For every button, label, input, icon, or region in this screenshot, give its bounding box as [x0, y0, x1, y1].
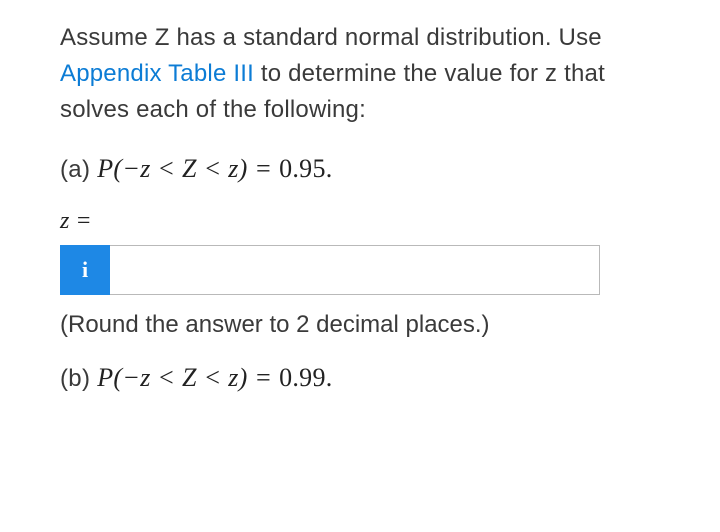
- part-a-label: (a): [60, 156, 97, 183]
- part-a-expr-rhs: 0.95.: [279, 154, 333, 183]
- answer-input-a[interactable]: [110, 245, 600, 295]
- part-a: (a) P(−z < Z < z) = 0.95.: [60, 154, 660, 184]
- part-b-expr-rhs: 0.99.: [279, 363, 333, 392]
- answer-input-row: i: [60, 245, 600, 295]
- part-a-expr-lhs: P(−z < Z < z) =: [97, 154, 279, 183]
- appendix-link[interactable]: Appendix Table III: [60, 60, 254, 87]
- rounding-hint: (Round the answer to 2 decimal places.): [60, 311, 660, 339]
- intro-text-before: Assume Z has a standard normal distribut…: [60, 24, 602, 51]
- part-b-expr-lhs: P(−z < Z < z) =: [97, 363, 279, 392]
- z-equals-prompt: z =: [60, 208, 660, 235]
- problem-intro: Assume Z has a standard normal distribut…: [60, 20, 660, 128]
- info-icon-glyph: i: [82, 257, 88, 283]
- info-icon[interactable]: i: [60, 245, 110, 295]
- part-b: (b) P(−z < Z < z) = 0.99.: [60, 363, 660, 393]
- part-b-label: (b): [60, 365, 97, 392]
